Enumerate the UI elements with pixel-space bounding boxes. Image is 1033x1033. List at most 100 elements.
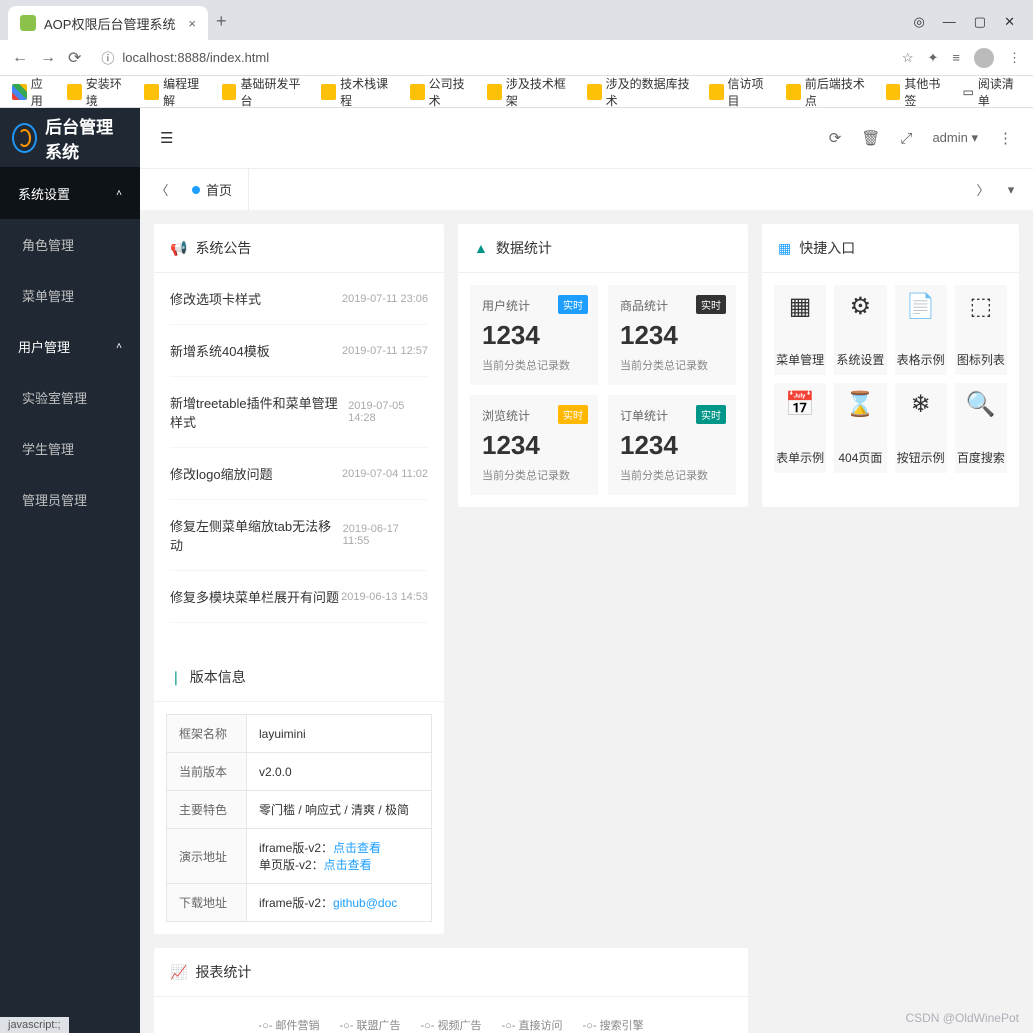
quick-item[interactable]: ▦菜单管理 bbox=[774, 285, 826, 375]
collapse-sidebar-icon[interactable]: ☰ bbox=[160, 129, 173, 147]
legend-item[interactable]: -○- 视频广告 bbox=[420, 1017, 481, 1033]
browser-tab[interactable]: AOP权限后台管理系统 × bbox=[8, 6, 208, 40]
bookmark-item[interactable]: 涉及的数据库技术 bbox=[587, 75, 695, 109]
tab-home[interactable]: 首页 bbox=[176, 169, 249, 211]
notice-item[interactable]: 修复左侧菜单缩放tab无法移动2019-06-17 11:55 bbox=[170, 500, 428, 571]
demo-link-iframe[interactable]: 点击查看 bbox=[333, 841, 381, 855]
sidebar-group-system[interactable]: 系统设置˄ bbox=[0, 168, 140, 219]
sidebar-group-user[interactable]: 用户管理˄ bbox=[0, 321, 140, 372]
tab-scroll-right-icon[interactable]: 〉 bbox=[969, 180, 997, 199]
bookmark-item[interactable]: 信访项目 bbox=[709, 75, 772, 109]
logo-icon bbox=[12, 123, 37, 153]
notice-item[interactable]: 修改选项卡样式2019-07-11 23:06 bbox=[170, 273, 428, 325]
profile-avatar[interactable] bbox=[974, 48, 994, 68]
reload-icon[interactable]: ⟳ bbox=[68, 48, 81, 68]
chevron-up-icon: ˄ bbox=[116, 188, 122, 199]
tab-scroll-left-icon[interactable]: 〈 bbox=[148, 180, 176, 199]
quick-item[interactable]: ⌛404页面 bbox=[834, 383, 886, 473]
quick-title: 快捷入口 bbox=[799, 238, 855, 258]
tab-active-indicator bbox=[192, 186, 200, 194]
sidebar-item-role[interactable]: 角色管理 bbox=[0, 219, 140, 270]
new-tab-button[interactable]: + bbox=[208, 3, 235, 40]
reading-list[interactable]: ▭阅读清单 bbox=[962, 75, 1021, 109]
back-icon[interactable]: ← bbox=[12, 49, 28, 67]
legend-item[interactable]: -○- 邮件营销 bbox=[258, 1017, 319, 1033]
stats-card: ▲数据统计 用户统计1234当前分类总记录数实时商品统计1234当前分类总记录数… bbox=[458, 224, 748, 507]
notice-item[interactable]: 新增treetable插件和菜单管理样式2019-07-05 14:28 bbox=[170, 377, 428, 448]
stat-box: 浏览统计1234当前分类总记录数实时 bbox=[470, 395, 598, 495]
quick-icon: ▦ bbox=[789, 292, 812, 321]
bookmark-item[interactable]: 编程理解 bbox=[144, 75, 207, 109]
extension-icon[interactable]: ✦ bbox=[928, 50, 939, 66]
reading-list-icon[interactable]: ≡ bbox=[952, 50, 960, 65]
quick-item[interactable]: 🔍百度搜索 bbox=[955, 383, 1007, 473]
quick-item[interactable]: ❄按钮示例 bbox=[895, 383, 947, 473]
logo[interactable]: 后台管理系统 bbox=[0, 108, 140, 168]
clear-icon[interactable]: 🗑 bbox=[861, 129, 880, 147]
url-text: localhost:8888/index.html bbox=[122, 50, 269, 65]
quick-icon: ⬚ bbox=[970, 292, 993, 321]
user-menu[interactable]: admin ▾ bbox=[932, 130, 978, 146]
site-info-icon[interactable]: ⓘ bbox=[101, 48, 114, 67]
tab-close-icon[interactable]: × bbox=[188, 16, 196, 31]
close-window-icon[interactable]: ✕ bbox=[1004, 14, 1015, 30]
refresh-icon[interactable]: ⟳ bbox=[829, 129, 842, 147]
sidebar-item-student[interactable]: 学生管理 bbox=[0, 423, 140, 474]
bookmark-item[interactable]: 基础研发平台 bbox=[222, 75, 308, 109]
menu-icon[interactable]: ⋮ bbox=[1008, 50, 1021, 66]
announce-icon: 📢 bbox=[170, 240, 187, 257]
tab-menu-icon[interactable]: ▾ bbox=[997, 182, 1025, 198]
incognito-icon: ◎ bbox=[913, 14, 924, 30]
quick-icon: ⌛ bbox=[845, 390, 875, 419]
bookmark-item[interactable]: 前后端技术点 bbox=[786, 75, 872, 109]
quick-icon: ▦ bbox=[778, 240, 791, 257]
version-icon: ❘ bbox=[170, 669, 182, 686]
legend-item[interactable]: -○- 联盟广告 bbox=[339, 1017, 400, 1033]
other-bookmarks[interactable]: 其他书签 bbox=[886, 75, 949, 109]
quick-item[interactable]: 📄表格示例 bbox=[895, 285, 947, 375]
favicon bbox=[20, 15, 36, 31]
stats-icon: ▲ bbox=[474, 240, 488, 256]
version-table: 框架名称layuimini 当前版本v2.0.0 主要特色零门槛 / 响应式 /… bbox=[166, 714, 432, 922]
stat-box: 商品统计1234当前分类总记录数实时 bbox=[608, 285, 736, 385]
stat-box: 订单统计1234当前分类总记录数实时 bbox=[608, 395, 736, 495]
quick-item[interactable]: ⚙系统设置 bbox=[834, 285, 886, 375]
watermark: CSDN @OldWinePot bbox=[905, 1011, 1019, 1025]
chevron-up-icon: ˄ bbox=[116, 341, 122, 352]
notice-item[interactable]: 修改logo缩放问题2019-07-04 11:02 bbox=[170, 448, 428, 500]
sidebar-item-admin[interactable]: 管理员管理 bbox=[0, 474, 140, 525]
bookmark-item[interactable]: 技术栈课程 bbox=[321, 75, 395, 109]
url-input[interactable]: ⓘ localhost:8888/index.html bbox=[93, 44, 889, 71]
minimize-icon[interactable]: — bbox=[943, 14, 956, 30]
more-icon[interactable]: ⋮ bbox=[998, 129, 1013, 147]
legend-item[interactable]: -○- 直接访问 bbox=[502, 1017, 563, 1033]
address-bar: ← → ⟳ ⓘ localhost:8888/index.html ☆ ✦ ≡ … bbox=[0, 40, 1033, 76]
quick-icon: ⚙ bbox=[850, 292, 872, 321]
notice-item[interactable]: 新增系统404模板2019-07-11 12:57 bbox=[170, 325, 428, 377]
maximize-icon[interactable]: ▢ bbox=[974, 14, 986, 30]
sidebar-item-lab[interactable]: 实验室管理 bbox=[0, 372, 140, 423]
notice-item[interactable]: 修复多模块菜单栏展开有问题2019-06-13 14:53 bbox=[170, 571, 428, 623]
chart-card: 📈报表统计 -○- 邮件营销-○- 联盟广告-○- 视频广告-○- 直接访问-○… bbox=[154, 948, 748, 1033]
quick-item[interactable]: 📅表单示例 bbox=[774, 383, 826, 473]
bookmark-item[interactable]: 安装环境 bbox=[67, 75, 130, 109]
tabs-bar: 〈 首页 〉 ▾ bbox=[140, 168, 1033, 210]
apps-shortcut[interactable]: 应用 bbox=[12, 75, 53, 109]
forward-icon[interactable]: → bbox=[40, 49, 56, 67]
chart-icon: 📈 bbox=[170, 964, 187, 981]
demo-link-spa[interactable]: 点击查看 bbox=[324, 858, 372, 872]
legend-item[interactable]: -○- 搜索引擎 bbox=[583, 1017, 644, 1033]
window-controls: ◎ — ▢ ✕ bbox=[903, 14, 1025, 40]
header: ☰ ⟳ 🗑 ⤢ admin ▾ ⋮ bbox=[140, 108, 1033, 168]
version-title: 版本信息 bbox=[190, 667, 246, 687]
stat-box: 用户统计1234当前分类总记录数实时 bbox=[470, 285, 598, 385]
quick-item[interactable]: ⬚图标列表 bbox=[955, 285, 1007, 375]
notice-title: 系统公告 bbox=[195, 238, 251, 258]
fullscreen-icon[interactable]: ⤢ bbox=[900, 130, 912, 147]
download-link[interactable]: github@doc bbox=[333, 896, 397, 910]
chart-legend[interactable]: -○- 邮件营销 -○- 联盟广告 -○- 视频广告 -○- 直接访问 -○- 搜索引擎 bbox=[174, 1017, 728, 1033]
bookmark-item[interactable]: 公司技术 bbox=[410, 75, 473, 109]
bookmark-item[interactable]: 涉及技术框架 bbox=[487, 75, 573, 109]
star-icon[interactable]: ☆ bbox=[902, 50, 914, 66]
sidebar-item-menu[interactable]: 菜单管理 bbox=[0, 270, 140, 321]
